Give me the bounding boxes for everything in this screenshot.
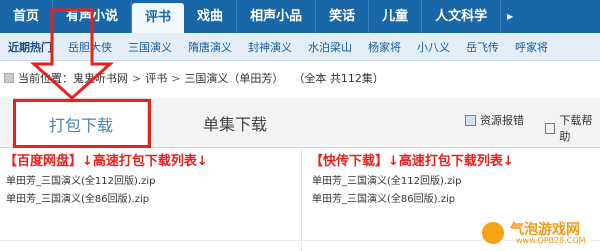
subnav-item[interactable]: 小八义: [409, 39, 458, 55]
subnav-item[interactable]: 呼家将: [507, 39, 556, 55]
nav-tab-audio-novel[interactable]: 有声小说: [53, 0, 133, 33]
column-divider: [301, 150, 302, 251]
breadcrumb-prefix: 当前位置：: [18, 72, 73, 85]
download-file-link[interactable]: 单田芳_三国演义(全86回版).zip: [4, 191, 298, 209]
download-help-label: 下载帮助: [559, 114, 593, 143]
nav-tab-humanities[interactable]: 人文科学: [422, 0, 502, 33]
subnav-item[interactable]: 杨家将: [360, 39, 409, 55]
report-error-link[interactable]: 资源报错: [465, 112, 524, 128]
nav-tab-crosstalk[interactable]: 相声小品: [237, 0, 317, 33]
download-file-link[interactable]: 单田芳_三国演义(全112回版).zip: [310, 173, 600, 191]
download-file-link[interactable]: 单田芳_三国演义(全112回版).zip: [4, 173, 298, 191]
watermark-logo: 气泡游戏网 www.QPB28.COM: [480, 217, 594, 247]
nav-tab-pingshu[interactable]: 评书: [132, 3, 185, 33]
breadcrumb-category-link[interactable]: 评书: [145, 70, 167, 86]
nav-tab-home[interactable]: 首页: [0, 0, 54, 33]
subnav-item-hot[interactable]: 近期热门: [0, 39, 60, 55]
nav-more-arrow-icon[interactable]: ▸: [501, 0, 519, 33]
highlight-box: [13, 99, 151, 148]
download-file-link[interactable]: 单田芳_三国演义(全86回版).zip: [310, 191, 600, 209]
subnav-item[interactable]: 水泊梁山: [300, 39, 360, 55]
subnav-item[interactable]: 岳飞传: [458, 39, 507, 55]
watermark-url: www.QPB28.COM: [516, 236, 586, 245]
download-help-link[interactable]: 下载帮助: [545, 112, 600, 144]
breadcrumb-current: 三国演义（单田芳）: [184, 72, 284, 85]
location-icon: [4, 73, 14, 83]
watermark-badge-icon: [480, 220, 506, 246]
nav-tab-children[interactable]: 儿童: [369, 0, 423, 33]
column-title: 【快传下载】↓高速打包下载列表↓: [310, 154, 514, 169]
column-title: 【百度网盘】↓高速打包下载列表↓: [4, 154, 208, 169]
main-nav: 首页 有声小说 评书 戏曲 相声小品 笑话 儿童 人文科学 ▸: [0, 0, 600, 33]
breadcrumb-separator: >: [171, 71, 181, 85]
breadcrumb-separator: >: [132, 71, 142, 85]
subnav-item[interactable]: 隋唐演义: [180, 39, 240, 55]
nav-tab-opera[interactable]: 戏曲: [184, 0, 238, 33]
breadcrumb-site-link[interactable]: 鬼鬼听书网: [73, 70, 128, 86]
report-icon: [465, 114, 476, 126]
tab-single-download[interactable]: 单集下载: [190, 98, 280, 148]
report-error-label: 资源报错: [480, 114, 524, 127]
baidu-download-column: 【百度网盘】↓高速打包下载列表↓ 单田芳_三国演义(全112回版).zip 单田…: [4, 151, 298, 209]
subnav-item[interactable]: 岳胆大侠: [60, 39, 120, 55]
episode-count: （全本 共112集）: [293, 72, 384, 85]
nav-tab-jokes[interactable]: 笑话: [316, 0, 370, 33]
help-icon: [545, 122, 556, 134]
subnav-item[interactable]: 三国演义: [120, 39, 180, 55]
sub-nav: 近期热门 岳胆大侠 三国演义 隋唐演义 封神演义 水泊梁山 杨家将 小八义 岳飞…: [0, 33, 600, 61]
kuaichuan-download-column: 【快传下载】↓高速打包下载列表↓ 单田芳_三国演义(全112回版).zip 单田…: [310, 151, 600, 209]
subnav-item[interactable]: 封神演义: [240, 39, 300, 55]
breadcrumb: 当前位置： 鬼鬼听书网 > 评书 > 三国演义（单田芳） （全本 共112集）: [0, 67, 600, 89]
